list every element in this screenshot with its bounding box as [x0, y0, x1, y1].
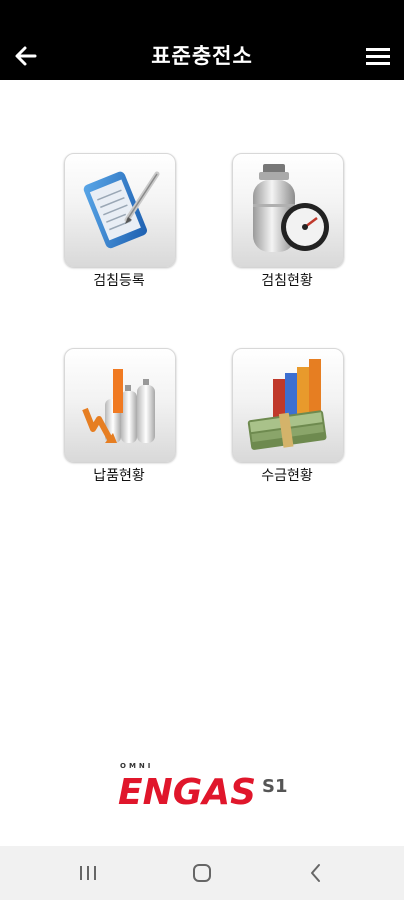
recent-apps-icon[interactable] [68, 858, 108, 888]
engas-logo: OMNI ENGAS S1 [118, 762, 288, 813]
delivery-cylinders-chart-icon [82, 369, 155, 443]
page-title: 표준충전소 [151, 44, 253, 68]
home-icon[interactable] [182, 858, 222, 888]
svg-text:OMNI: OMNI [120, 762, 153, 770]
system-navigation-bar [0, 846, 404, 900]
meter-register-button[interactable] [64, 153, 176, 267]
menu-label-collection-status: 수금현황 [261, 468, 313, 484]
meter-reading-register-icon [83, 171, 160, 249]
money-bar-chart-icon [247, 359, 327, 450]
svg-text:ENGAS: ENGAS [118, 772, 256, 813]
meter-status-button[interactable] [232, 153, 344, 267]
status-bar [0, 0, 404, 32]
menu-label-meter-register: 검침등록 [93, 273, 145, 289]
menu-label-meter-status: 검침현황 [261, 273, 313, 289]
back-icon[interactable] [296, 858, 336, 888]
collection-status-button[interactable] [232, 348, 344, 462]
delivery-status-button[interactable] [64, 348, 176, 462]
gas-cylinder-gauge-icon [253, 164, 329, 252]
hamburger-menu-icon[interactable] [362, 40, 394, 72]
app-bar: 표준충전소 [0, 32, 404, 80]
menu-label-delivery-status: 납품현황 [93, 468, 145, 484]
svg-text:S1: S1 [262, 776, 288, 797]
